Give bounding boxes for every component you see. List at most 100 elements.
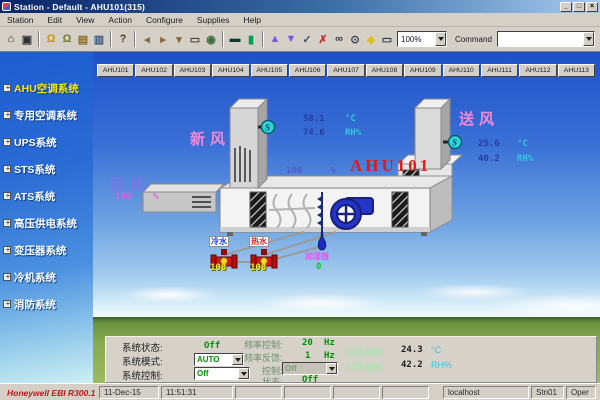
chevron-down-icon[interactable] bbox=[326, 363, 337, 374]
accept-icon[interactable]: ✓ bbox=[299, 31, 315, 48]
trend-bars-icon[interactable]: ▮ bbox=[243, 31, 259, 48]
tab-ahu106[interactable]: AHU106 bbox=[289, 64, 326, 77]
sidebar-item-hv-power-system[interactable]: 高压供电系统 bbox=[3, 214, 93, 232]
alarm-ack-icon[interactable]: Ω bbox=[59, 31, 75, 48]
view-monitor-icon[interactable]: ▭ bbox=[379, 31, 395, 48]
freq-control-value: 20 bbox=[302, 338, 313, 348]
menu-help[interactable]: Help bbox=[237, 15, 268, 25]
menu-edit[interactable]: Edit bbox=[40, 15, 69, 25]
sidebar-item-transformer-system[interactable]: 变压器系统 bbox=[3, 241, 93, 259]
sidebar-item-sts-system[interactable]: STS系统 bbox=[3, 160, 93, 178]
menu-action[interactable]: Action bbox=[101, 15, 139, 25]
status-bar: Honeywell EBI R300.111-Dec-1511:51:31loc… bbox=[0, 383, 600, 400]
fresh-damper-unit: % bbox=[330, 166, 335, 176]
system-status-icon[interactable]: ▥ bbox=[91, 31, 107, 48]
system-mode-select[interactable]: AUTO bbox=[194, 353, 244, 366]
menu-configure[interactable]: Configure bbox=[139, 15, 190, 25]
menu-station[interactable]: Station bbox=[0, 15, 40, 25]
capture-icon[interactable]: ◉ bbox=[203, 31, 219, 48]
status-value: Off bbox=[302, 375, 318, 383]
system-control-select[interactable]: Off bbox=[194, 367, 250, 380]
tab-ahu109[interactable]: AHU109 bbox=[404, 64, 441, 77]
hot-water-value: 100 bbox=[250, 263, 266, 273]
system-control-label: 系统控制: bbox=[122, 368, 163, 382]
command-input[interactable] bbox=[497, 31, 595, 47]
sidebar-item-fire-system[interactable]: 消防系统 bbox=[3, 295, 93, 313]
chevron-down-icon[interactable] bbox=[435, 32, 446, 46]
supply-air-rh-unit: RH% bbox=[517, 154, 533, 164]
chilled-water-value: 100 bbox=[210, 263, 226, 273]
page-forward-icon[interactable]: ▸ bbox=[155, 31, 171, 48]
return-rh-value: 42.2 bbox=[401, 360, 423, 370]
toolbar-separator bbox=[38, 31, 40, 47]
tab-ahu112[interactable]: AHU112 bbox=[519, 64, 556, 77]
system-control-value: Off bbox=[195, 368, 238, 379]
associated-page-icon[interactable]: ▾ bbox=[171, 31, 187, 48]
supply-air-temp: 25.6 bbox=[478, 139, 500, 149]
lower-icon[interactable]: ▼ bbox=[283, 31, 299, 48]
network-monitor-icon[interactable]: ▬ bbox=[227, 31, 243, 48]
help-icon[interactable]: ? bbox=[115, 31, 131, 48]
chevron-down-icon[interactable] bbox=[583, 32, 594, 46]
status-label: 状态: bbox=[262, 375, 283, 383]
tab-ahu108[interactable]: AHU108 bbox=[366, 64, 403, 77]
station-display-icon[interactable]: ▣ bbox=[19, 31, 35, 48]
tree-expand-icon bbox=[3, 165, 11, 173]
zoom-magnifier-icon[interactable]: ⊙ bbox=[347, 31, 363, 48]
sidebar-item-label: 消防系统 bbox=[14, 297, 56, 312]
sidebar-item-ahu-ac-system[interactable]: AHU空调系统 bbox=[3, 79, 93, 97]
fresh-damper-value: 100 bbox=[286, 166, 302, 176]
zoom-select[interactable]: 100% bbox=[397, 31, 447, 47]
sidebar-item-label: UPS系统 bbox=[14, 135, 57, 150]
tab-ahu101[interactable]: AHU101 bbox=[97, 64, 134, 77]
menu-supplies[interactable]: Supplies bbox=[190, 15, 237, 25]
control-panel: 系统状态: 系统模式: 系统控制: Off AUTO Off 频率控制: 频率反… bbox=[105, 336, 597, 383]
page-back-icon[interactable]: ◂ bbox=[139, 31, 155, 48]
system-status-label: 系统状态: bbox=[122, 340, 163, 354]
print-icon[interactable]: ▭ bbox=[187, 31, 203, 48]
tree-expand-icon bbox=[3, 300, 11, 308]
message-page-icon[interactable]: ▤ bbox=[75, 31, 91, 48]
window-title: Station - Default - AHU101(315) bbox=[14, 2, 559, 12]
menu-view[interactable]: View bbox=[69, 15, 101, 25]
maximize-button[interactable]: □ bbox=[573, 2, 585, 12]
toolbar-separator bbox=[134, 31, 136, 47]
tab-ahu107[interactable]: AHU107 bbox=[327, 64, 364, 77]
control-select[interactable]: Off bbox=[282, 362, 338, 375]
chevron-down-icon[interactable] bbox=[238, 368, 249, 379]
tab-row: AHU101AHU102AHU103AHU104AHU105AHU106AHU1… bbox=[97, 64, 597, 77]
supply-air-temp-unit: °C bbox=[517, 139, 528, 149]
alarm-page-icon[interactable]: Ω bbox=[43, 31, 59, 48]
fresh-air-temp: 58.1 bbox=[303, 114, 325, 124]
reject-icon[interactable]: ✗ bbox=[315, 31, 331, 48]
tab-ahu105[interactable]: AHU105 bbox=[251, 64, 288, 77]
connect-station-icon[interactable]: ⌂ bbox=[3, 31, 19, 48]
tab-ahu113[interactable]: AHU113 bbox=[558, 64, 595, 77]
tab-ahu111[interactable]: AHU111 bbox=[481, 64, 518, 77]
title-bar: Station - Default - AHU101(315) _ □ × bbox=[0, 0, 600, 13]
sidebar-item-ups-system[interactable]: UPS系统 bbox=[3, 133, 93, 151]
sidebar-item-dedicated-ac-system[interactable]: 专用空调系统 bbox=[3, 106, 93, 124]
tab-ahu102[interactable]: AHU102 bbox=[135, 64, 172, 77]
sidebar-item-label: 高压供电系统 bbox=[14, 216, 77, 231]
binoculars-search-icon[interactable]: ∞ bbox=[331, 31, 347, 48]
toolbar-icons: ⌂▣ΩΩ▤▥?◂▸▾▭◉▬▮▲▼✓✗∞⊙◆▭ bbox=[3, 31, 395, 48]
tab-ahu104[interactable]: AHU104 bbox=[212, 64, 249, 77]
sidebar-item-ats-system[interactable]: ATS系统 bbox=[3, 187, 93, 205]
ahu-diagram: S S bbox=[93, 52, 600, 383]
tree-expand-icon bbox=[3, 192, 11, 200]
menu-bar: StationEditViewActionConfigureSuppliesHe… bbox=[0, 13, 600, 27]
station-window: Station - Default - AHU101(315) _ □ × St… bbox=[0, 0, 600, 400]
fresh-air-label: 新风 bbox=[190, 128, 230, 149]
tab-ahu110[interactable]: AHU110 bbox=[443, 64, 480, 77]
humidifier-label: 加湿器 bbox=[305, 251, 329, 262]
fresh-air-temp-unit: °C bbox=[345, 114, 356, 124]
sidebar-item-chiller-system[interactable]: 冷机系统 bbox=[3, 268, 93, 286]
close-button[interactable]: × bbox=[586, 2, 598, 12]
minimize-button[interactable]: _ bbox=[560, 2, 572, 12]
locate-diamond-icon[interactable]: ◆ bbox=[363, 31, 379, 48]
tab-ahu103[interactable]: AHU103 bbox=[174, 64, 211, 77]
raise-icon[interactable]: ▲ bbox=[267, 31, 283, 48]
chevron-down-icon[interactable] bbox=[232, 354, 243, 365]
tree-expand-icon bbox=[3, 246, 11, 254]
